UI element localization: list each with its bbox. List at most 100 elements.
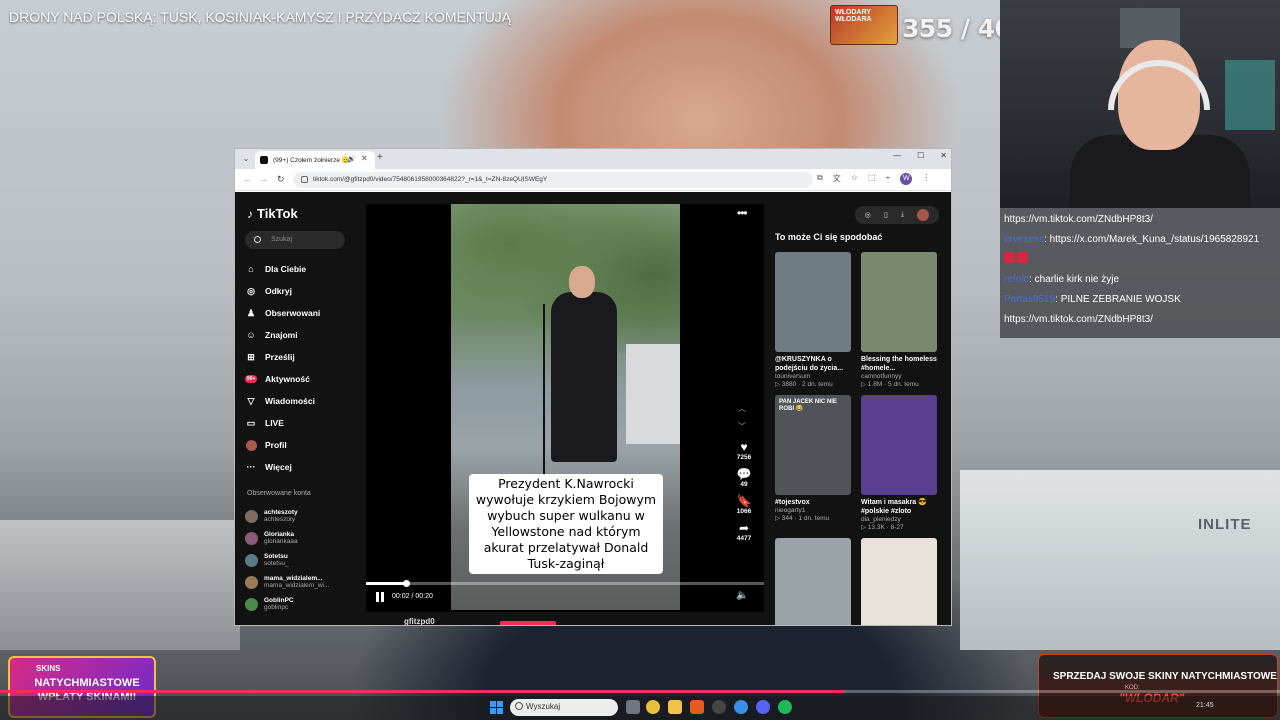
more-options-icon[interactable]: •••	[737, 206, 748, 220]
chat-line: refolo: charlie kirk nie żyje	[1004, 270, 1276, 290]
close-window-icon[interactable]: ✕	[940, 151, 947, 160]
previous-video-icon[interactable]: ︿	[738, 400, 746, 418]
nav-item-dla-ciebie[interactable]: ⌂ Dla Ciebie	[245, 258, 355, 280]
video-speaker-head	[569, 266, 595, 298]
video-title: Witam i masakra 😎 #polskie #zloto	[861, 499, 927, 515]
translate-icon[interactable]: 文	[833, 173, 841, 185]
recommended-video[interactable]	[775, 538, 851, 625]
address-bar[interactable]: tiktok.com/@gfitzpd0/video/7548061958000…	[293, 172, 813, 188]
chat-username[interactable]: Partas9519	[1004, 294, 1055, 305]
video-frame[interactable]: Prezydent K.Nawrocki wywołuje krzykiem B…	[451, 204, 680, 610]
following-item[interactable]: GoblinPC goblinpc	[245, 593, 355, 615]
goal-badge-text: WŁODARY WŁODARA	[835, 9, 872, 23]
following-item[interactable]: Glorianka gloriankaaa	[245, 527, 355, 549]
profile-avatar[interactable]: W	[900, 173, 913, 185]
video-thumbnail[interactable]	[861, 395, 937, 495]
obs-icon[interactable]	[712, 700, 726, 714]
video-progress-knob[interactable]	[402, 580, 410, 587]
video-thumbnail[interactable]	[861, 252, 937, 352]
task-view-icon[interactable]	[626, 700, 640, 714]
audio-icon[interactable]: 🔊	[347, 155, 356, 163]
following-item[interactable]: mama_widzialem... mama_widzialem_wi...	[245, 571, 355, 593]
video-player[interactable]: Prezydent K.Nawrocki wywołuje krzykiem B…	[366, 204, 764, 612]
upload-icon: ⊞	[247, 351, 255, 362]
windows-start-icon[interactable]	[490, 701, 503, 714]
reload-icon[interactable]: ↻	[277, 174, 285, 185]
avatar	[245, 439, 257, 451]
tab-strip: ⌄ (99+) Czołem żołnierze 🫡 🔊 ✕ + — ☐ ✕	[235, 149, 951, 169]
discord-icon[interactable]	[756, 700, 770, 714]
tiktok-search-input[interactable]: Szukaj	[245, 231, 345, 249]
extensions-icon[interactable]: ⬚	[868, 173, 876, 185]
browser-tab-active[interactable]: (99+) Czołem żołnierze 🫡 🔊 ✕	[255, 151, 375, 169]
spotify-icon[interactable]	[778, 700, 792, 714]
chat-line: https://vm.tiktok.com/ZNdbHP8t3/	[1004, 310, 1276, 330]
video-author[interactable]: gfitzpd0	[404, 617, 435, 625]
like-button[interactable]: ♥ 7256	[727, 440, 761, 461]
follow-button[interactable]	[500, 621, 556, 625]
following-item[interactable]: achteszoty achteszoty	[245, 505, 355, 527]
nav-item-label: Odkryj	[265, 286, 292, 296]
nav-item-wi-cej[interactable]: ··· Więcej	[245, 456, 355, 478]
video-truck	[626, 344, 680, 444]
video-thumbnail[interactable]	[775, 538, 851, 625]
video-progress-bar[interactable]	[366, 580, 764, 587]
forward-icon[interactable]: →	[259, 174, 268, 184]
tiktok-logo[interactable]: ♪ TikTok	[247, 206, 298, 221]
device-icon[interactable]: ▯	[884, 211, 888, 219]
file-explorer-icon[interactable]	[668, 700, 682, 714]
browser-icon[interactable]	[734, 700, 748, 714]
next-video-icon[interactable]: ﹀	[738, 418, 746, 436]
share-button[interactable]: ➦ 4477	[727, 521, 761, 542]
video-thumbnail[interactable]: PAN JACEK NIC NIE ROBI 😂	[775, 395, 851, 495]
taskbar-search[interactable]: Wyszukaj	[510, 699, 618, 716]
nav-item-znajomi[interactable]: ☺ Znajomi	[245, 324, 355, 346]
new-tab-button[interactable]: +	[377, 152, 383, 163]
video-time: 00:02 / 00:20	[392, 593, 433, 600]
bookmark-star-icon[interactable]: ☆	[851, 173, 858, 185]
nav-item-obserwowani[interactable]: ♟ Obserwowani	[245, 302, 355, 324]
window-controls: — ☐ ✕	[893, 151, 947, 160]
browser-menu-icon[interactable]: ⋮	[922, 173, 930, 185]
search-icon	[254, 236, 261, 243]
video-thumbnail[interactable]	[861, 538, 937, 625]
recommended-video[interactable]: PAN JACEK NIC NIE ROBI 😂 #tojestvox nieoga…	[775, 395, 851, 532]
chat-username[interactable]: refolo	[1004, 274, 1029, 285]
search-icon	[515, 702, 523, 710]
app-icon[interactable]	[690, 700, 704, 714]
nav-item-prze-lij[interactable]: ⊞ Prześlij	[245, 346, 355, 368]
site-info-icon[interactable]	[301, 176, 308, 183]
stream-progress-bar	[0, 690, 1280, 693]
comment-button[interactable]: 💬 49	[727, 467, 761, 488]
chrome-icon[interactable]	[646, 700, 660, 714]
recommended-video[interactable]: Blessing the homeless #homele... camnotfu…	[861, 252, 937, 389]
volume-icon[interactable]: 🔈	[736, 590, 748, 601]
extension-icon[interactable]: ⌁	[885, 173, 890, 185]
nav-item-aktywno-[interactable]: 99+ Aktywność	[244, 368, 355, 390]
video-author: dla_pieniedzy	[861, 516, 901, 523]
maximize-icon[interactable]: ☐	[917, 151, 924, 160]
nav-item-wiadomo-ci[interactable]: ▽ Wiadomości	[245, 390, 355, 412]
recommended-video[interactable]: Witam i masakra 😎 #polskie #zloto dla_pie…	[861, 395, 937, 532]
back-icon[interactable]: ←	[243, 174, 252, 184]
install-app-icon[interactable]: ⧉	[817, 173, 823, 185]
download-icon[interactable]: ⤓	[901, 211, 904, 219]
nav-item-profil[interactable]: Profil	[245, 434, 355, 456]
coins-icon[interactable]: ◎	[865, 211, 871, 219]
tab-list-button[interactable]: ⌄	[239, 152, 253, 166]
chat-username[interactable]: ervesess	[1004, 234, 1044, 245]
following-list: achteszoty achteszoty Glorianka gloriankaaa…	[245, 505, 355, 615]
recommended-video[interactable]: @KRUSZYNKA o podejściu do życia... touniv…	[775, 252, 851, 389]
tab-close-icon[interactable]: ✕	[361, 154, 368, 163]
nav-item-live[interactable]: ▭ LIVE	[245, 412, 355, 434]
save-button[interactable]: 🔖 1066	[727, 494, 761, 515]
recommended-video[interactable]	[861, 538, 937, 625]
nav-item-odkryj[interactable]: ◎ Odkryj	[245, 280, 355, 302]
user-avatar[interactable]	[917, 209, 930, 221]
minimize-icon[interactable]: —	[893, 151, 901, 160]
video-meta: ▷ 344 · 1 dn. temu	[775, 515, 830, 522]
chat-line	[1004, 250, 1276, 270]
pause-icon[interactable]	[376, 592, 388, 604]
following-item[interactable]: Sotetsu sotetsu_	[245, 549, 355, 571]
video-thumbnail[interactable]	[775, 252, 851, 352]
